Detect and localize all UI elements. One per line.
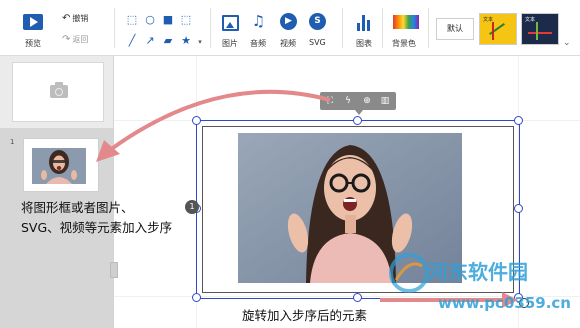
redo-button[interactable]: ↷ 返回 bbox=[62, 34, 88, 45]
chart-label: 图表 bbox=[356, 39, 372, 48]
line-icon[interactable]: ╱ bbox=[126, 35, 138, 46]
thumbnail-photo bbox=[32, 148, 86, 184]
theme-line bbox=[528, 32, 552, 34]
step-order-badge[interactable]: 1 bbox=[185, 200, 199, 214]
instruction-line-1: 将图形框或者图片、 bbox=[21, 200, 134, 215]
theme-yellow-button[interactable]: 文本 bbox=[479, 13, 517, 45]
resize-handle-bottom[interactable] bbox=[353, 293, 362, 302]
zoom-in-icon[interactable]: ⊕ bbox=[361, 95, 373, 107]
shape-dropdown-icon[interactable]: ▾ bbox=[194, 37, 206, 48]
element-mini-toolbar: ⛶ ϟ ⊕ ▥ bbox=[320, 92, 396, 115]
theme-dark-button[interactable]: 文本 bbox=[521, 13, 559, 45]
star-icon[interactable]: ★ bbox=[180, 35, 192, 46]
toolbar-divider bbox=[114, 8, 115, 48]
after-rotation-label: 旋转加入步序后的元素 bbox=[242, 308, 368, 323]
video-label: 视频 bbox=[280, 39, 296, 48]
dotted-rect-icon[interactable]: ⬚ bbox=[180, 14, 192, 25]
toolbar-divider bbox=[210, 8, 211, 48]
resize-handle-bottom-left[interactable] bbox=[192, 293, 201, 302]
theme-line bbox=[536, 22, 538, 40]
play-icon[interactable] bbox=[23, 14, 43, 30]
slide-thumbnail[interactable] bbox=[23, 138, 99, 192]
bgcolor-label: 背景色 bbox=[392, 39, 416, 48]
resize-handle-top-right[interactable] bbox=[514, 116, 523, 125]
speech-bubble-icon[interactable]: ▰ bbox=[162, 35, 174, 46]
arrow-icon[interactable]: ↗ bbox=[144, 35, 156, 46]
music-icon[interactable]: ♫ bbox=[250, 13, 267, 30]
filled-rect-icon[interactable]: ■ bbox=[162, 14, 174, 25]
panel-resize-handle[interactable] bbox=[110, 262, 118, 278]
resize-handle-right[interactable] bbox=[514, 204, 523, 213]
redo-icon: ↷ bbox=[62, 34, 71, 45]
watermark-logo-icon bbox=[389, 253, 429, 293]
watermark-url: www.pc0359.cn bbox=[438, 294, 571, 312]
toolbar-divider bbox=[342, 8, 343, 48]
resize-handle-top-left[interactable] bbox=[192, 116, 201, 125]
svg-label: SVG bbox=[309, 38, 326, 47]
delete-icon[interactable]: ▥ bbox=[379, 95, 391, 107]
preview-label: 预览 bbox=[25, 39, 41, 48]
watermark-name: 河东软件园 bbox=[428, 260, 528, 284]
image-icon[interactable] bbox=[222, 15, 239, 31]
video-play-icon[interactable]: ▶ bbox=[280, 13, 297, 30]
crop-icon[interactable]: ⛶ bbox=[324, 95, 336, 107]
add-slide-button[interactable] bbox=[12, 62, 104, 122]
theme-text: 文本 bbox=[525, 17, 536, 23]
instruction-line-2: SVG、视频等元素加入步序 bbox=[21, 220, 173, 235]
instruction-text: 将图形框或者图片、 SVG、视频等元素加入步序 bbox=[21, 198, 191, 238]
slide-number: 1 bbox=[10, 138, 15, 146]
audio-label: 音频 bbox=[250, 39, 266, 48]
circle-icon[interactable]: ○ bbox=[144, 14, 156, 25]
chevron-down-icon[interactable]: ⌄ bbox=[563, 38, 571, 48]
toolbar: 预览 ↶ 撤销 ↷ 返回 ⬚ ○ ■ ⬚ ╱ ↗ ▰ ★ ▾ 图片 ♫ 音频 ▶ 视… bbox=[0, 0, 580, 56]
bar-chart-icon[interactable] bbox=[357, 14, 373, 31]
theme-line bbox=[492, 22, 494, 40]
background-color-icon[interactable] bbox=[393, 15, 419, 29]
svg-icon[interactable]: S bbox=[309, 13, 326, 30]
slide-panel bbox=[0, 56, 114, 328]
undo-icon: ↶ bbox=[62, 13, 71, 24]
resize-handle-top[interactable] bbox=[353, 116, 362, 125]
undo-button[interactable]: ↶ 撤销 bbox=[62, 13, 88, 24]
dashed-rect-icon[interactable]: ⬚ bbox=[126, 14, 138, 25]
default-theme-button[interactable]: 默认 bbox=[436, 18, 474, 40]
animation-bolt-icon[interactable]: ϟ bbox=[342, 95, 354, 107]
site-watermark: 河东软件园 www.pc0359.cn bbox=[388, 250, 578, 328]
toolbar-divider bbox=[428, 8, 429, 48]
undo-label: 撤销 bbox=[72, 14, 89, 23]
camera-icon bbox=[50, 82, 68, 98]
toolbar-divider bbox=[382, 8, 383, 48]
image-label: 图片 bbox=[222, 39, 238, 48]
redo-label: 返回 bbox=[72, 35, 89, 44]
